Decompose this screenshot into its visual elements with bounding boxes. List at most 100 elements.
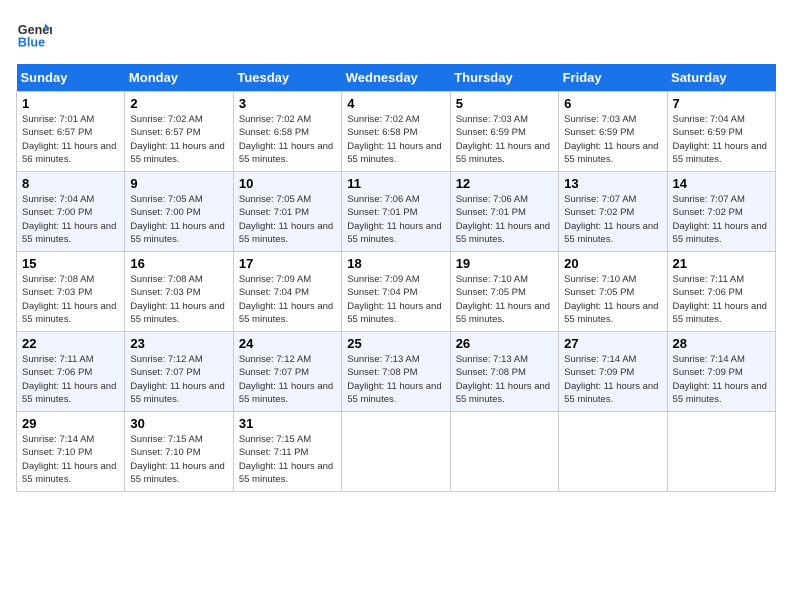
calendar-cell [342, 412, 450, 492]
calendar-cell: 5 Sunrise: 7:03 AM Sunset: 6:59 PM Dayli… [450, 92, 558, 172]
calendar-cell: 2 Sunrise: 7:02 AM Sunset: 6:57 PM Dayli… [125, 92, 233, 172]
calendar-cell: 16 Sunrise: 7:08 AM Sunset: 7:03 PM Dayl… [125, 252, 233, 332]
day-number: 7 [673, 96, 770, 111]
calendar-cell: 24 Sunrise: 7:12 AM Sunset: 7:07 PM Dayl… [233, 332, 341, 412]
day-info: Sunrise: 7:07 AM Sunset: 7:02 PM Dayligh… [564, 193, 661, 246]
day-info: Sunrise: 7:08 AM Sunset: 7:03 PM Dayligh… [130, 273, 227, 326]
day-info: Sunrise: 7:11 AM Sunset: 7:06 PM Dayligh… [22, 353, 119, 406]
day-info: Sunrise: 7:02 AM Sunset: 6:58 PM Dayligh… [239, 113, 336, 166]
svg-text:Blue: Blue [18, 36, 45, 50]
day-number: 21 [673, 256, 770, 271]
day-info: Sunrise: 7:10 AM Sunset: 7:05 PM Dayligh… [564, 273, 661, 326]
calendar-cell [450, 412, 558, 492]
calendar-cell: 4 Sunrise: 7:02 AM Sunset: 6:58 PM Dayli… [342, 92, 450, 172]
calendar-cell: 1 Sunrise: 7:01 AM Sunset: 6:57 PM Dayli… [17, 92, 125, 172]
calendar-cell: 18 Sunrise: 7:09 AM Sunset: 7:04 PM Dayl… [342, 252, 450, 332]
calendar-cell: 30 Sunrise: 7:15 AM Sunset: 7:10 PM Dayl… [125, 412, 233, 492]
weekday-header-saturday: Saturday [667, 64, 775, 92]
day-info: Sunrise: 7:02 AM Sunset: 6:57 PM Dayligh… [130, 113, 227, 166]
calendar-cell: 7 Sunrise: 7:04 AM Sunset: 6:59 PM Dayli… [667, 92, 775, 172]
day-number: 25 [347, 336, 444, 351]
day-info: Sunrise: 7:11 AM Sunset: 7:06 PM Dayligh… [673, 273, 770, 326]
day-number: 3 [239, 96, 336, 111]
day-number: 8 [22, 176, 119, 191]
day-info: Sunrise: 7:04 AM Sunset: 6:59 PM Dayligh… [673, 113, 770, 166]
weekday-header-tuesday: Tuesday [233, 64, 341, 92]
day-number: 19 [456, 256, 553, 271]
calendar-cell: 13 Sunrise: 7:07 AM Sunset: 7:02 PM Dayl… [559, 172, 667, 252]
day-number: 10 [239, 176, 336, 191]
calendar-cell: 17 Sunrise: 7:09 AM Sunset: 7:04 PM Dayl… [233, 252, 341, 332]
calendar-cell: 22 Sunrise: 7:11 AM Sunset: 7:06 PM Dayl… [17, 332, 125, 412]
calendar-cell: 12 Sunrise: 7:06 AM Sunset: 7:01 PM Dayl… [450, 172, 558, 252]
day-number: 16 [130, 256, 227, 271]
calendar-cell: 27 Sunrise: 7:14 AM Sunset: 7:09 PM Dayl… [559, 332, 667, 412]
day-number: 13 [564, 176, 661, 191]
calendar-cell: 8 Sunrise: 7:04 AM Sunset: 7:00 PM Dayli… [17, 172, 125, 252]
day-info: Sunrise: 7:13 AM Sunset: 7:08 PM Dayligh… [347, 353, 444, 406]
day-number: 15 [22, 256, 119, 271]
calendar-cell: 21 Sunrise: 7:11 AM Sunset: 7:06 PM Dayl… [667, 252, 775, 332]
day-number: 23 [130, 336, 227, 351]
day-info: Sunrise: 7:09 AM Sunset: 7:04 PM Dayligh… [347, 273, 444, 326]
calendar-cell: 23 Sunrise: 7:12 AM Sunset: 7:07 PM Dayl… [125, 332, 233, 412]
day-number: 4 [347, 96, 444, 111]
calendar-table: SundayMondayTuesdayWednesdayThursdayFrid… [16, 64, 776, 492]
weekday-header-thursday: Thursday [450, 64, 558, 92]
calendar-cell: 9 Sunrise: 7:05 AM Sunset: 7:00 PM Dayli… [125, 172, 233, 252]
calendar-cell: 26 Sunrise: 7:13 AM Sunset: 7:08 PM Dayl… [450, 332, 558, 412]
day-info: Sunrise: 7:03 AM Sunset: 6:59 PM Dayligh… [456, 113, 553, 166]
day-info: Sunrise: 7:03 AM Sunset: 6:59 PM Dayligh… [564, 113, 661, 166]
calendar-cell: 29 Sunrise: 7:14 AM Sunset: 7:10 PM Dayl… [17, 412, 125, 492]
day-number: 5 [456, 96, 553, 111]
day-info: Sunrise: 7:15 AM Sunset: 7:11 PM Dayligh… [239, 433, 336, 486]
day-info: Sunrise: 7:14 AM Sunset: 7:09 PM Dayligh… [673, 353, 770, 406]
day-number: 24 [239, 336, 336, 351]
day-info: Sunrise: 7:14 AM Sunset: 7:09 PM Dayligh… [564, 353, 661, 406]
day-number: 29 [22, 416, 119, 431]
day-number: 6 [564, 96, 661, 111]
day-info: Sunrise: 7:12 AM Sunset: 7:07 PM Dayligh… [130, 353, 227, 406]
calendar-cell [667, 412, 775, 492]
calendar-cell [559, 412, 667, 492]
day-number: 17 [239, 256, 336, 271]
day-info: Sunrise: 7:05 AM Sunset: 7:00 PM Dayligh… [130, 193, 227, 246]
calendar-cell: 6 Sunrise: 7:03 AM Sunset: 6:59 PM Dayli… [559, 92, 667, 172]
day-number: 26 [456, 336, 553, 351]
day-info: Sunrise: 7:08 AM Sunset: 7:03 PM Dayligh… [22, 273, 119, 326]
logo: General Blue [16, 16, 52, 52]
day-info: Sunrise: 7:05 AM Sunset: 7:01 PM Dayligh… [239, 193, 336, 246]
day-number: 31 [239, 416, 336, 431]
day-info: Sunrise: 7:14 AM Sunset: 7:10 PM Dayligh… [22, 433, 119, 486]
day-info: Sunrise: 7:10 AM Sunset: 7:05 PM Dayligh… [456, 273, 553, 326]
day-number: 1 [22, 96, 119, 111]
day-info: Sunrise: 7:15 AM Sunset: 7:10 PM Dayligh… [130, 433, 227, 486]
day-number: 22 [22, 336, 119, 351]
page-header: General Blue [16, 16, 776, 52]
calendar-cell: 20 Sunrise: 7:10 AM Sunset: 7:05 PM Dayl… [559, 252, 667, 332]
day-number: 14 [673, 176, 770, 191]
day-info: Sunrise: 7:01 AM Sunset: 6:57 PM Dayligh… [22, 113, 119, 166]
day-info: Sunrise: 7:06 AM Sunset: 7:01 PM Dayligh… [347, 193, 444, 246]
day-number: 20 [564, 256, 661, 271]
weekday-header-friday: Friday [559, 64, 667, 92]
calendar-cell: 3 Sunrise: 7:02 AM Sunset: 6:58 PM Dayli… [233, 92, 341, 172]
day-info: Sunrise: 7:07 AM Sunset: 7:02 PM Dayligh… [673, 193, 770, 246]
calendar-cell: 14 Sunrise: 7:07 AM Sunset: 7:02 PM Dayl… [667, 172, 775, 252]
weekday-header-monday: Monday [125, 64, 233, 92]
day-number: 2 [130, 96, 227, 111]
calendar-cell: 10 Sunrise: 7:05 AM Sunset: 7:01 PM Dayl… [233, 172, 341, 252]
day-number: 18 [347, 256, 444, 271]
day-number: 28 [673, 336, 770, 351]
day-info: Sunrise: 7:02 AM Sunset: 6:58 PM Dayligh… [347, 113, 444, 166]
day-number: 11 [347, 176, 444, 191]
weekday-header-sunday: Sunday [17, 64, 125, 92]
day-info: Sunrise: 7:09 AM Sunset: 7:04 PM Dayligh… [239, 273, 336, 326]
calendar-cell: 19 Sunrise: 7:10 AM Sunset: 7:05 PM Dayl… [450, 252, 558, 332]
day-info: Sunrise: 7:12 AM Sunset: 7:07 PM Dayligh… [239, 353, 336, 406]
calendar-cell: 28 Sunrise: 7:14 AM Sunset: 7:09 PM Dayl… [667, 332, 775, 412]
day-number: 12 [456, 176, 553, 191]
day-info: Sunrise: 7:04 AM Sunset: 7:00 PM Dayligh… [22, 193, 119, 246]
weekday-header-wednesday: Wednesday [342, 64, 450, 92]
calendar-cell: 25 Sunrise: 7:13 AM Sunset: 7:08 PM Dayl… [342, 332, 450, 412]
